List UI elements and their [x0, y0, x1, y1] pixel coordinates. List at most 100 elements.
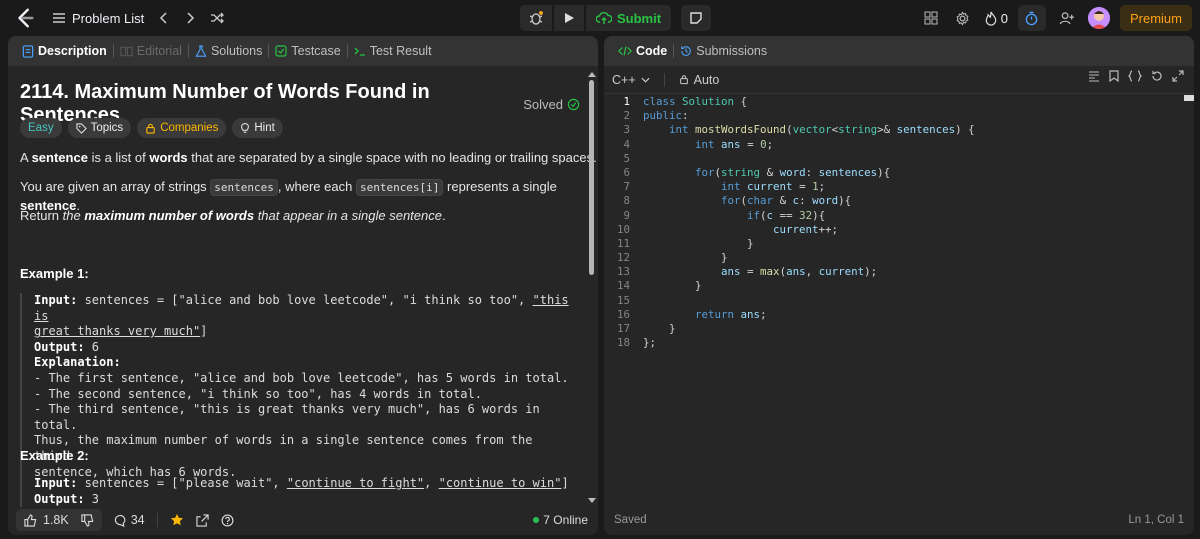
thumbs-up-icon[interactable] — [24, 513, 37, 527]
companies-label: Companies — [160, 122, 219, 134]
tab-testcase-label: Testcase — [291, 44, 341, 58]
companies-tag[interactable]: Companies — [137, 118, 227, 138]
language-select[interactable]: C++ — [612, 73, 650, 87]
problem-list-button[interactable]: Problem List — [52, 11, 144, 26]
bold-italic-span: maximum number of words — [84, 208, 255, 223]
timer-button[interactable] — [1017, 5, 1046, 31]
streak-count: 0 — [1000, 10, 1008, 26]
braces-icon[interactable] — [1128, 70, 1142, 82]
comment-count: 34 — [130, 513, 145, 527]
run-button[interactable] — [554, 5, 584, 31]
line-number: 18 — [616, 336, 630, 350]
code-text: class Solution { — [643, 95, 748, 108]
format-icon[interactable] — [1088, 70, 1100, 82]
tab-solutions-label: Solutions — [210, 44, 263, 58]
settings-button[interactable] — [952, 7, 974, 29]
example-2-title: Example 2: — [20, 448, 89, 463]
description-panel: Description Editorial Solutions Testcase… — [8, 36, 598, 535]
line-number: 4 — [623, 137, 630, 151]
tab-submissions-label: Submissions — [696, 44, 768, 58]
code-line: 18}; — [604, 336, 1184, 350]
editor-footer: Saved Ln 1, Col 1 — [604, 505, 1194, 535]
gear-icon — [956, 10, 969, 26]
code-text: int mostWordsFound(vector<string>& sente… — [669, 123, 975, 137]
book-icon — [120, 46, 133, 57]
mode-label: Auto — [693, 72, 720, 87]
tab-test-result[interactable]: Test Result — [348, 36, 438, 66]
code-editor[interactable]: 1 class Solution { 2 public: 3 int mostWor… — [604, 95, 1184, 350]
topics-tag[interactable]: Topics — [67, 118, 132, 138]
notes-button[interactable] — [681, 5, 712, 31]
debug-button[interactable] — [520, 5, 552, 31]
premium-button[interactable]: Premium — [1119, 5, 1192, 31]
italic-span: the — [62, 208, 85, 223]
add-friend-button[interactable] — [1056, 7, 1078, 29]
avatar[interactable] — [1087, 7, 1110, 29]
submit-button[interactable]: Submit — [586, 5, 672, 31]
code-text: } — [643, 279, 702, 293]
code-text: for(string & word: sentences){ — [695, 165, 891, 179]
cursor-position: Ln 1, Col 1 — [1128, 514, 1184, 526]
line-number: 2 — [623, 109, 630, 123]
line-number: 8 — [623, 194, 630, 208]
history-icon — [681, 46, 692, 56]
line-number: 12 — [616, 251, 630, 265]
chevron-left-icon[interactable] — [158, 11, 170, 25]
input-label: Input: — [34, 293, 78, 307]
code-line: 13 ans = max(ans, current); — [604, 265, 1184, 279]
solved-badge: Solved — [523, 97, 580, 112]
input-value: ] — [561, 476, 569, 490]
expand-icon[interactable] — [1172, 70, 1184, 82]
explanation-line: - The third sentence, "this is great tha… — [34, 402, 540, 432]
output-label: Output: — [34, 491, 85, 506]
tab-solutions[interactable]: Solutions — [189, 36, 268, 66]
line-number: 14 — [616, 279, 630, 293]
code-line: 12 } — [604, 251, 1184, 265]
code-text: int ans = 0; — [695, 137, 774, 151]
chevron-right-icon[interactable] — [184, 11, 196, 25]
input-value: sentences = ["alice and bob love leetcod… — [77, 293, 533, 307]
share-icon[interactable] — [195, 513, 209, 527]
description-paragraph-1: A sentence is a list of words that are s… — [20, 149, 597, 167]
bold-span: sentence — [31, 150, 88, 165]
tab-testcase[interactable]: Testcase — [269, 36, 346, 66]
layout-button[interactable] — [920, 7, 942, 29]
code-text: public: — [643, 109, 689, 123]
help-circle-icon[interactable] — [221, 514, 234, 527]
leetcode-logo-icon[interactable] — [14, 7, 36, 29]
code-text: } — [643, 236, 754, 250]
line-number: 10 — [616, 222, 630, 236]
stopwatch-icon — [1026, 11, 1038, 25]
text-span: You are given an array of strings — [20, 179, 211, 194]
minimap-indicator[interactable] — [1184, 95, 1194, 101]
autocomplete-toggle[interactable]: Auto — [679, 72, 720, 87]
chevron-down-icon — [641, 77, 650, 83]
tab-description[interactable]: Description — [16, 36, 113, 66]
line-number: 17 — [616, 322, 630, 335]
streak-counter[interactable]: 0 — [984, 11, 1008, 26]
thumbs-down-icon[interactable] — [81, 513, 94, 527]
left-tabbar: Description Editorial Solutions Testcase… — [8, 36, 598, 66]
shuffle-icon[interactable] — [210, 11, 225, 25]
line-number: 16 — [616, 307, 630, 321]
hint-tag[interactable]: Hint — [232, 118, 283, 138]
list-icon — [53, 13, 65, 23]
footer-divider — [156, 513, 158, 527]
bug-icon — [529, 11, 543, 25]
toolbar-divider — [663, 72, 665, 87]
tab-editorial[interactable]: Editorial — [114, 36, 188, 66]
code-line: 3 int mostWordsFound(vector<string>& sen… — [604, 123, 1184, 137]
scroll-up-arrow[interactable] — [588, 72, 596, 77]
reset-icon[interactable] — [1151, 70, 1163, 82]
code-line: 15 — [604, 294, 1184, 308]
topics-label: Topics — [90, 122, 124, 134]
star-icon[interactable] — [170, 513, 184, 527]
scroll-down-arrow[interactable] — [588, 498, 596, 503]
tab-code[interactable]: Code — [612, 36, 673, 66]
terminal-icon — [354, 47, 365, 56]
scrollbar-thumb[interactable] — [589, 80, 594, 275]
tab-submissions[interactable]: Submissions — [674, 36, 773, 66]
input-value: sentences = ["please wait", — [77, 476, 287, 490]
comments-button[interactable]: 34 — [114, 513, 145, 527]
bookmark-icon[interactable] — [1109, 70, 1119, 82]
